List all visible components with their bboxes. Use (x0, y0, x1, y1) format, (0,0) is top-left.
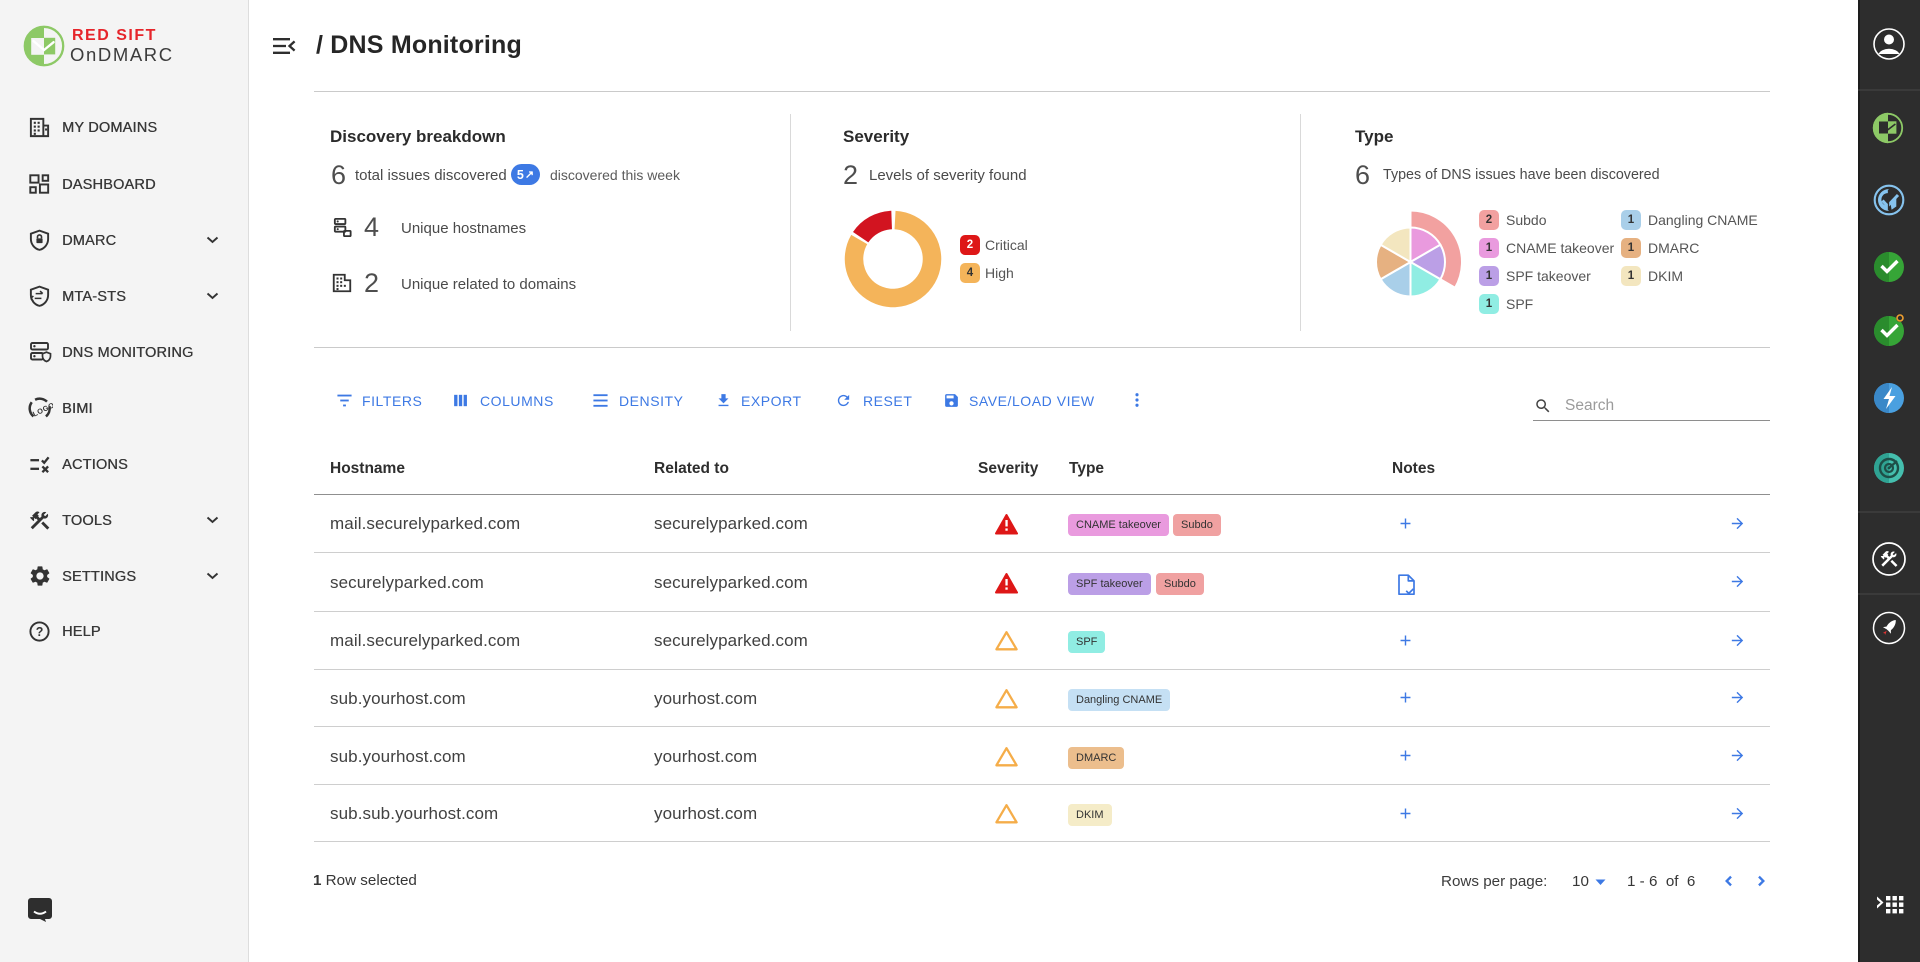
svg-text:LOGO: LOGO (31, 400, 53, 418)
svg-text:?: ? (36, 625, 44, 639)
